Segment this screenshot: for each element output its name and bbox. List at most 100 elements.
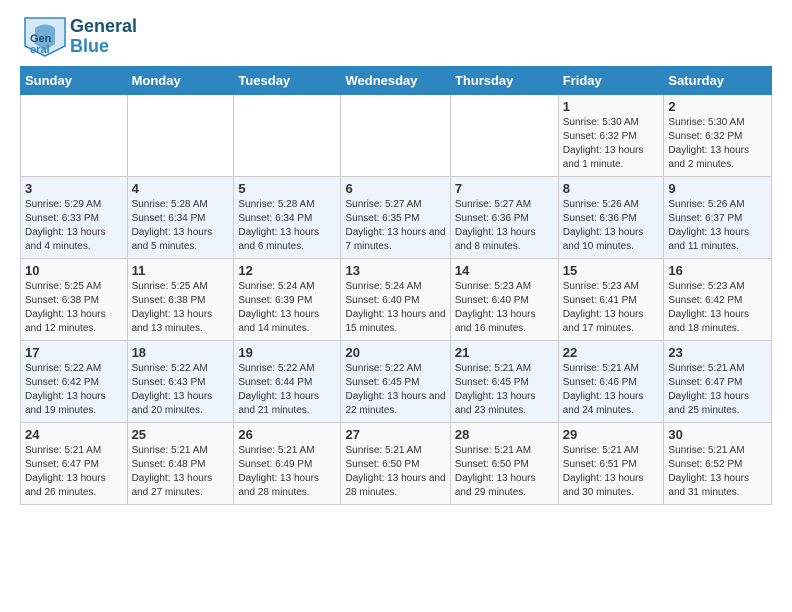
- calendar-cell: 26 Sunrise: 5:21 AM Sunset: 6:49 PM Dayli…: [234, 423, 341, 505]
- calendar-cell: 15Sunrise: 5:23 AM Sunset: 6:41 PM Dayli…: [558, 259, 664, 341]
- header: Gen eral General Blue: [20, 16, 772, 58]
- day-info: Sunrise: 5:30 AM Sunset: 6:32 PM Dayligh…: [668, 116, 767, 172]
- calendar-cell: 18Sunrise: 5:22 AM Sunset: 6:43 PM Dayli…: [127, 341, 234, 423]
- weekday-header-tuesday: Tuesday: [234, 67, 341, 95]
- calendar-cell: 29 Sunrise: 5:21 AM Sunset: 6:51 PM Dayli…: [558, 423, 664, 505]
- day-number: 6: [345, 181, 445, 196]
- day-number: 4: [132, 181, 230, 196]
- calendar-cell: [341, 95, 450, 177]
- day-number: 2: [668, 99, 767, 114]
- logo: Gen eral General Blue: [20, 16, 137, 58]
- day-info: Sunrise: 5:25 AM Sunset: 6:38 PM Dayligh…: [25, 280, 123, 336]
- day-info: Sunrise: 5:29 AM Sunset: 6:33 PM Dayligh…: [25, 198, 123, 254]
- svg-text:eral: eral: [30, 44, 50, 56]
- day-number: 19: [238, 345, 336, 360]
- day-number: 17: [25, 345, 123, 360]
- logo-line2: Blue: [70, 37, 137, 57]
- calendar-cell: 30 Sunrise: 5:21 AM Sunset: 6:52 PM Dayli…: [664, 423, 772, 505]
- weekday-header-wednesday: Wednesday: [341, 67, 450, 95]
- day-info: Sunrise: 5:21 AM Sunset: 6:50 PM Dayligh…: [455, 444, 554, 500]
- calendar-week-4: 17Sunrise: 5:22 AM Sunset: 6:42 PM Dayli…: [21, 341, 772, 423]
- calendar-cell: 11 Sunrise: 5:25 AM Sunset: 6:38 PM Dayli…: [127, 259, 234, 341]
- logo-line1: General: [70, 17, 137, 37]
- day-info: Sunrise: 5:28 AM Sunset: 6:34 PM Dayligh…: [132, 198, 230, 254]
- day-number: 8: [563, 181, 660, 196]
- day-number: 22: [563, 345, 660, 360]
- calendar-cell: 19 Sunrise: 5:22 AM Sunset: 6:44 PM Dayli…: [234, 341, 341, 423]
- calendar-cell: [21, 95, 128, 177]
- day-number: 11: [132, 263, 230, 278]
- calendar-cell: [450, 95, 558, 177]
- day-number: 5: [238, 181, 336, 196]
- calendar-cell: 4 Sunrise: 5:28 AM Sunset: 6:34 PM Daylig…: [127, 177, 234, 259]
- calendar-week-3: 10Sunrise: 5:25 AM Sunset: 6:38 PM Dayli…: [21, 259, 772, 341]
- day-info: Sunrise: 5:24 AM Sunset: 6:39 PM Dayligh…: [238, 280, 336, 336]
- calendar-cell: 1Sunrise: 5:30 AM Sunset: 6:32 PM Daylig…: [558, 95, 664, 177]
- calendar-cell: 17Sunrise: 5:22 AM Sunset: 6:42 PM Dayli…: [21, 341, 128, 423]
- calendar-header: SundayMondayTuesdayWednesdayThursdayFrid…: [21, 67, 772, 95]
- day-info: Sunrise: 5:21 AM Sunset: 6:46 PM Dayligh…: [563, 362, 660, 418]
- day-info: Sunrise: 5:26 AM Sunset: 6:36 PM Dayligh…: [563, 198, 660, 254]
- calendar-cell: 21 Sunrise: 5:21 AM Sunset: 6:45 PM Dayli…: [450, 341, 558, 423]
- day-number: 18: [132, 345, 230, 360]
- calendar-cell: 20Sunrise: 5:22 AM Sunset: 6:45 PM Dayli…: [341, 341, 450, 423]
- day-info: Sunrise: 5:21 AM Sunset: 6:51 PM Dayligh…: [563, 444, 660, 500]
- calendar-cell: 28 Sunrise: 5:21 AM Sunset: 6:50 PM Dayli…: [450, 423, 558, 505]
- calendar-cell: 9Sunrise: 5:26 AM Sunset: 6:37 PM Daylig…: [664, 177, 772, 259]
- calendar-cell: 12Sunrise: 5:24 AM Sunset: 6:39 PM Dayli…: [234, 259, 341, 341]
- day-info: Sunrise: 5:22 AM Sunset: 6:45 PM Dayligh…: [345, 362, 445, 418]
- logo-text: General Blue: [70, 17, 137, 57]
- calendar-cell: 7 Sunrise: 5:27 AM Sunset: 6:36 PM Daylig…: [450, 177, 558, 259]
- calendar-cell: [234, 95, 341, 177]
- calendar-week-5: 24Sunrise: 5:21 AM Sunset: 6:47 PM Dayli…: [21, 423, 772, 505]
- weekday-header-sunday: Sunday: [21, 67, 128, 95]
- day-number: 25: [132, 427, 230, 442]
- day-info: Sunrise: 5:21 AM Sunset: 6:52 PM Dayligh…: [668, 444, 767, 500]
- calendar-cell: 22 Sunrise: 5:21 AM Sunset: 6:46 PM Dayli…: [558, 341, 664, 423]
- day-info: Sunrise: 5:26 AM Sunset: 6:37 PM Dayligh…: [668, 198, 767, 254]
- calendar-cell: 24Sunrise: 5:21 AM Sunset: 6:47 PM Dayli…: [21, 423, 128, 505]
- page: Gen eral General Blue SundayMondayTuesda…: [0, 0, 792, 521]
- day-number: 23: [668, 345, 767, 360]
- day-number: 21: [455, 345, 554, 360]
- day-info: Sunrise: 5:23 AM Sunset: 6:41 PM Dayligh…: [563, 280, 660, 336]
- day-number: 7: [455, 181, 554, 196]
- calendar-week-1: 1 Sunrise: 5:30 AM Sunset: 6:32 PM Daylig…: [21, 95, 772, 177]
- day-info: Sunrise: 5:25 AM Sunset: 6:38 PM Dayligh…: [132, 280, 230, 336]
- calendar-week-2: 3 Sunrise: 5:29 AM Sunset: 6:33 PM Daylig…: [21, 177, 772, 259]
- calendar-cell: 8 Sunrise: 5:26 AM Sunset: 6:36 PM Daylig…: [558, 177, 664, 259]
- calendar-cell: 5 Sunrise: 5:28 AM Sunset: 6:34 PM Daylig…: [234, 177, 341, 259]
- day-number: 28: [455, 427, 554, 442]
- calendar-cell: 14Sunrise: 5:23 AM Sunset: 6:40 PM Dayli…: [450, 259, 558, 341]
- day-info: Sunrise: 5:27 AM Sunset: 6:36 PM Dayligh…: [455, 198, 554, 254]
- day-info: Sunrise: 5:21 AM Sunset: 6:49 PM Dayligh…: [238, 444, 336, 500]
- day-number: 16: [668, 263, 767, 278]
- day-number: 27: [345, 427, 445, 442]
- weekday-header-thursday: Thursday: [450, 67, 558, 95]
- day-info: Sunrise: 5:21 AM Sunset: 6:47 PM Dayligh…: [668, 362, 767, 418]
- day-info: Sunrise: 5:22 AM Sunset: 6:44 PM Dayligh…: [238, 362, 336, 418]
- calendar-body: 1 Sunrise: 5:30 AM Sunset: 6:32 PM Daylig…: [21, 95, 772, 505]
- calendar-cell: [127, 95, 234, 177]
- day-info: Sunrise: 5:23 AM Sunset: 6:42 PM Dayligh…: [668, 280, 767, 336]
- calendar-cell: 25 Sunrise: 5:21 AM Sunset: 6:48 PM Dayli…: [127, 423, 234, 505]
- day-number: 3: [25, 181, 123, 196]
- weekday-header-saturday: Saturday: [664, 67, 772, 95]
- day-info: Sunrise: 5:21 AM Sunset: 6:48 PM Dayligh…: [132, 444, 230, 500]
- calendar-cell: 27Sunrise: 5:21 AM Sunset: 6:50 PM Dayli…: [341, 423, 450, 505]
- logo-svg: Gen eral: [20, 16, 70, 58]
- day-number: 30: [668, 427, 767, 442]
- day-number: 24: [25, 427, 123, 442]
- day-info: Sunrise: 5:27 AM Sunset: 6:35 PM Dayligh…: [345, 198, 445, 254]
- day-number: 26: [238, 427, 336, 442]
- day-info: Sunrise: 5:28 AM Sunset: 6:34 PM Dayligh…: [238, 198, 336, 254]
- day-number: 29: [563, 427, 660, 442]
- calendar-cell: 16 Sunrise: 5:23 AM Sunset: 6:42 PM Dayli…: [664, 259, 772, 341]
- day-info: Sunrise: 5:21 AM Sunset: 6:45 PM Dayligh…: [455, 362, 554, 418]
- day-info: Sunrise: 5:24 AM Sunset: 6:40 PM Dayligh…: [345, 280, 445, 336]
- calendar-cell: 13 Sunrise: 5:24 AM Sunset: 6:40 PM Dayli…: [341, 259, 450, 341]
- day-number: 1: [563, 99, 660, 114]
- weekday-header-monday: Monday: [127, 67, 234, 95]
- day-number: 13: [345, 263, 445, 278]
- day-info: Sunrise: 5:23 AM Sunset: 6:40 PM Dayligh…: [455, 280, 554, 336]
